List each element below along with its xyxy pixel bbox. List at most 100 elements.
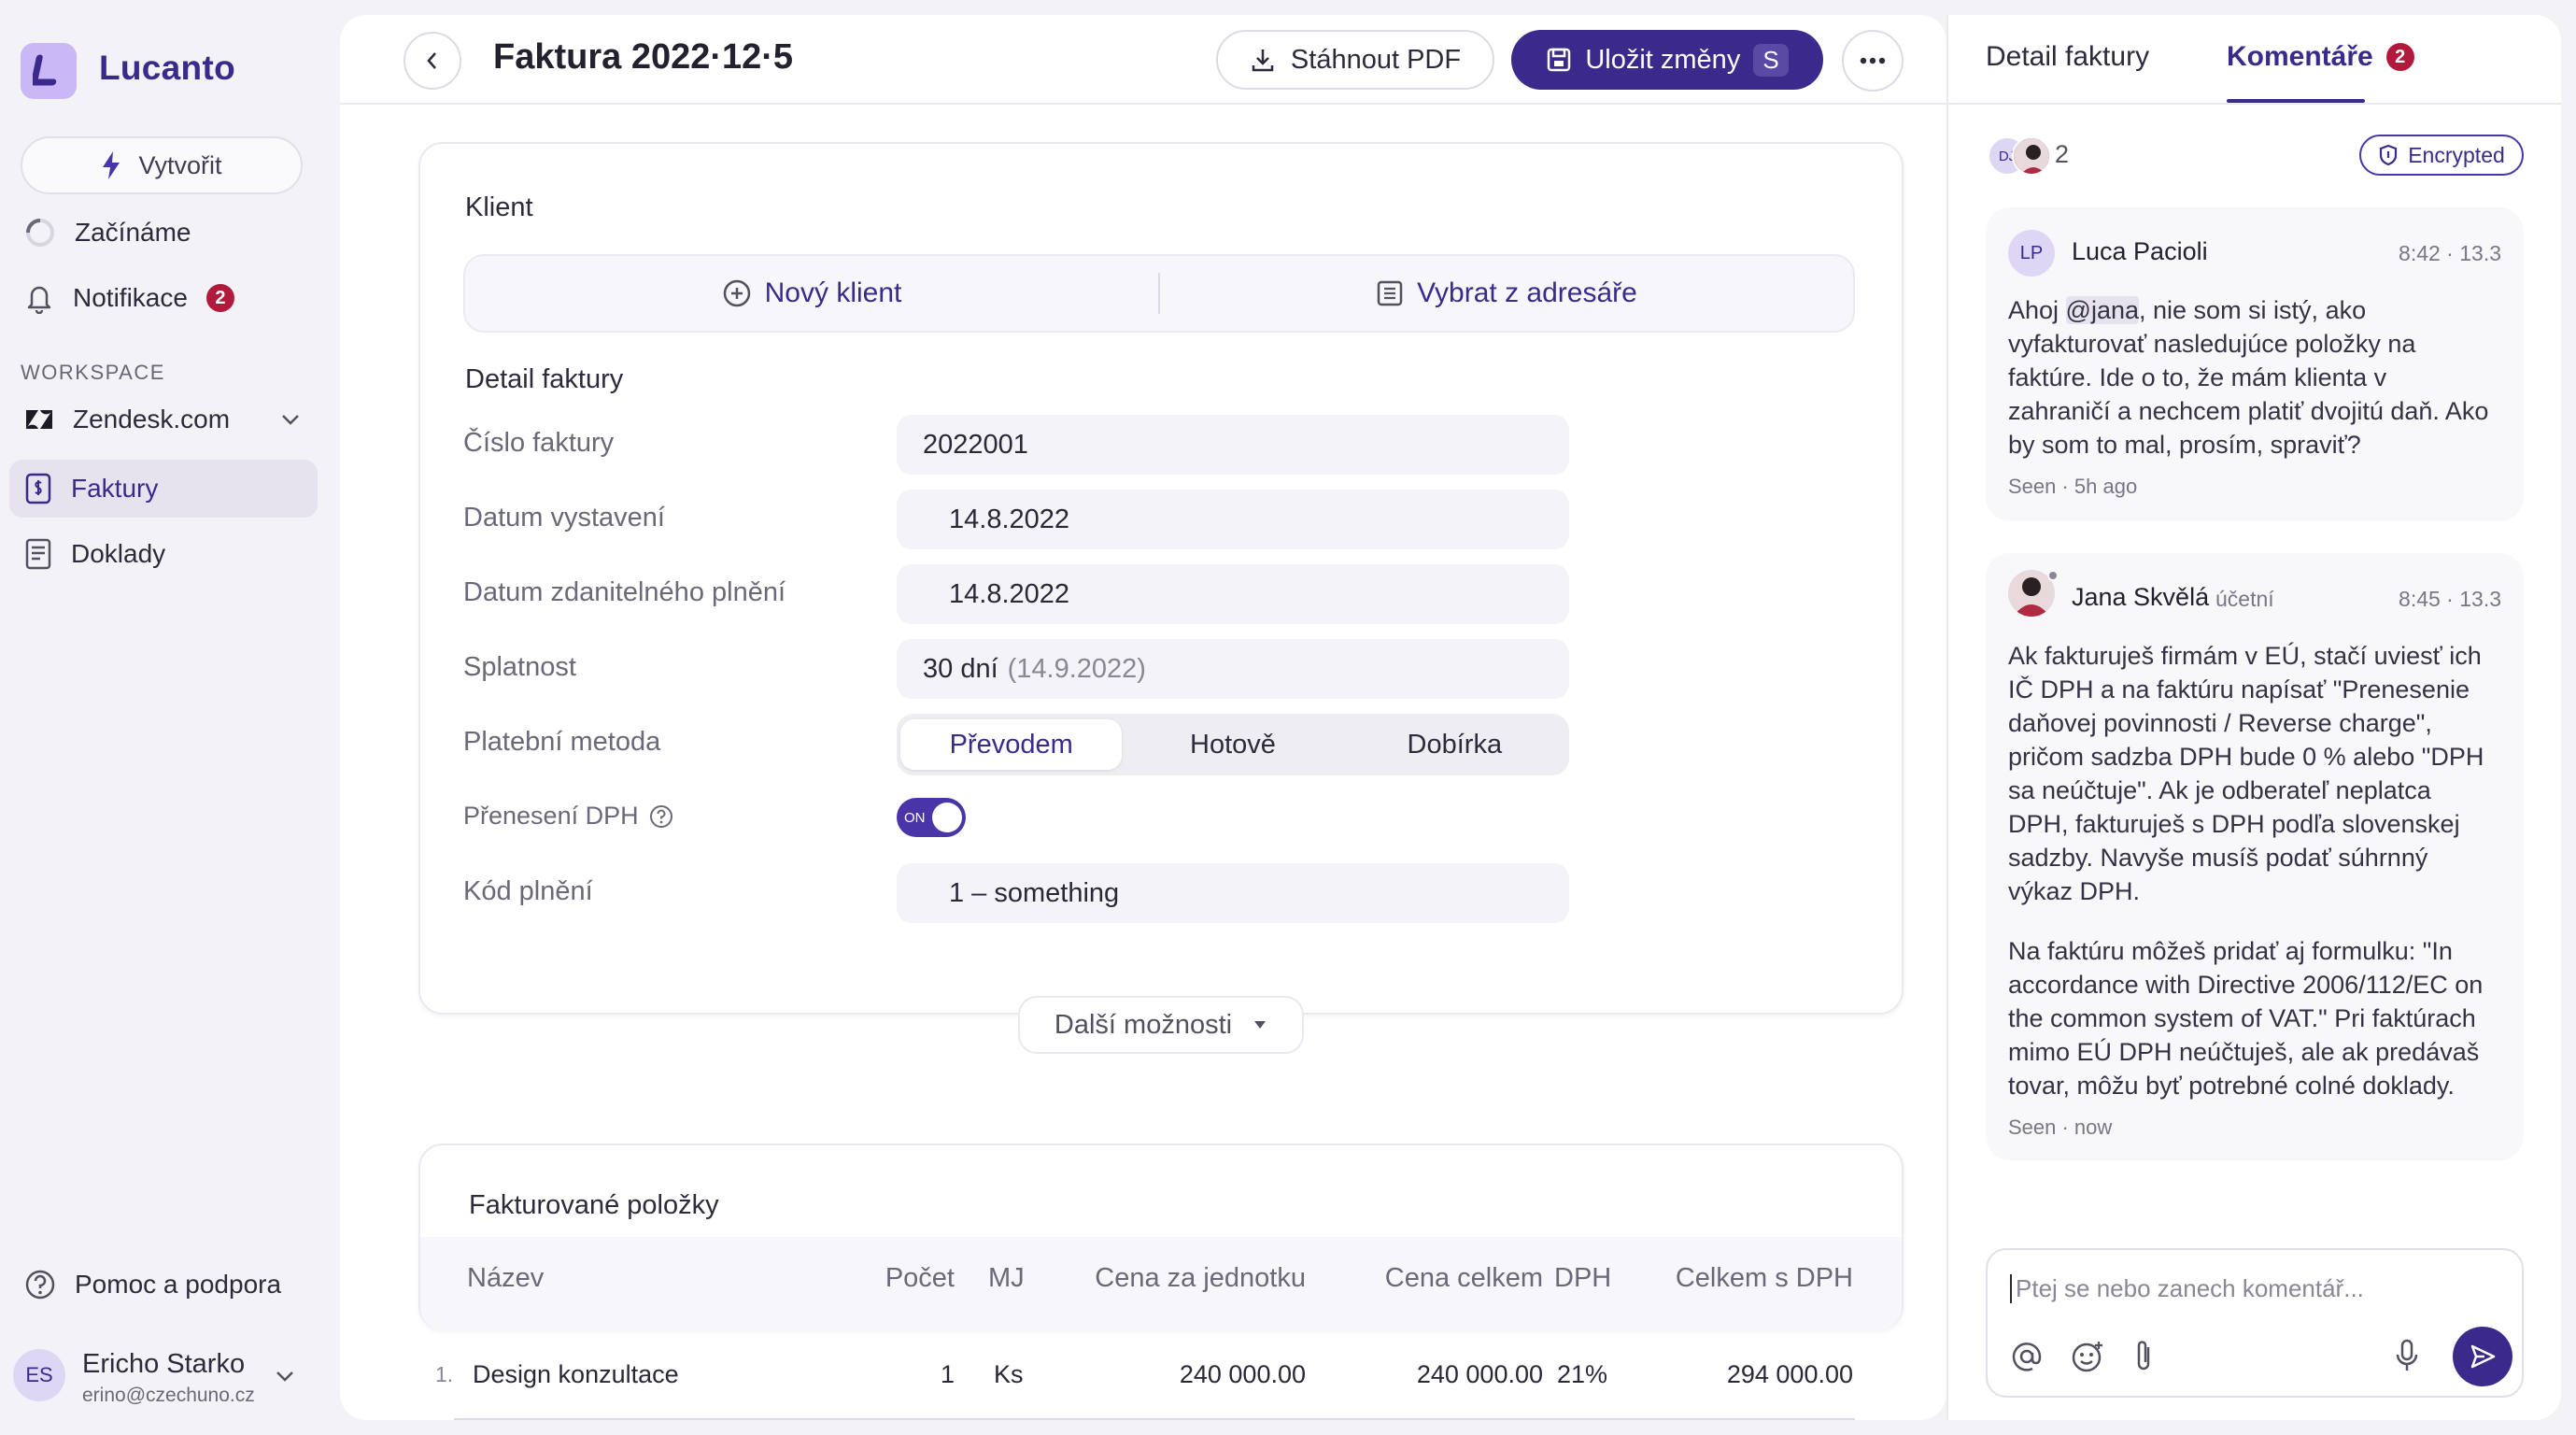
col-unit: MJ [988,1263,1025,1293]
client-title: Klient [465,192,533,222]
help-link[interactable]: Pomoc a podpora [9,1256,318,1314]
row-count: 1 [940,1360,955,1388]
comment-text: Ak fakturuješ firmám v EÚ, stačí uviesť … [2008,639,2522,1102]
comment-line: faktúre. Ide o to, že mám klienta v [2008,363,2387,391]
participants-count: 2 [2055,140,2070,168]
new-client-button[interactable]: Nový klient [465,277,1158,309]
workspace-selector[interactable]: Zendesk.com [9,391,318,448]
comment-line: tovar, môžu byť potrebné colné doklady. [2008,1072,2455,1100]
download-pdf-button[interactable]: Stáhnout PDF [1216,30,1494,90]
row-index: 1. [435,1362,454,1386]
comment-author[interactable]: Jana Skvělá [2072,583,2209,612]
save-button[interactable]: Uložit změny S [1511,30,1823,90]
payment-option-cash[interactable]: Hotově [1122,719,1343,770]
help-icon [25,1270,55,1300]
comment-line: accordance with Directive 2006/112/EC on [2008,971,2484,999]
bell-icon [27,286,51,314]
user-name: Ericho Starko [82,1349,246,1379]
chevron-left-icon [427,52,436,69]
due-input[interactable]: 30 dní (14.9.2022) [897,639,1569,699]
brand-name: Lucanto [99,49,235,87]
sidebar-item-getting-started[interactable]: Začínáme [9,204,318,262]
mention-tag[interactable]: @jana [2065,296,2140,324]
tab-comments[interactable]: Komentáře 2 [2227,41,2414,73]
comment-card: LP Luca Pacioli 8:42 · 13.3 Ahoj @jana, … [1986,207,2524,521]
chevron-down-icon[interactable] [275,1370,295,1383]
table-row[interactable]: 1. Design konzultace 1 Ks 240 000.00 240… [340,1347,1946,1420]
comment-time: 8:45 · 13.3 [2399,587,2501,611]
user-avatar[interactable]: ES [13,1349,65,1401]
select-client-label: Vybrat z adresáře [1417,277,1637,308]
sidebar-item-invoices[interactable]: Faktury [9,460,318,518]
send-icon [2470,1344,2496,1369]
sidebar-item-label: Faktury [71,474,159,503]
panel-divider [1946,103,2561,105]
invoice-number-input[interactable]: 2022001 [897,415,1569,475]
app-logo[interactable] [21,43,77,99]
send-button[interactable] [2453,1327,2512,1386]
comment-line: vyfakturovať nasledujúce položky na [2008,330,2416,358]
microphone-icon[interactable] [2395,1338,2419,1373]
more-options-button[interactable]: Další možnosti [1018,996,1304,1054]
encrypted-label: Encrypted [2408,142,2505,167]
paperclip-icon[interactable] [2131,1338,2156,1375]
mention-icon[interactable] [2010,1340,2044,1373]
fulfillment-code-input[interactable]: 1 – something [897,863,1569,923]
invoice-detail-title: Detail faktury [465,364,624,394]
encrypted-badge: Encrypted [2359,135,2524,176]
toggle-knob [932,803,962,832]
items-title: Fakturované položky [469,1190,719,1220]
col-vat: DPH [1554,1263,1612,1293]
emoji-icon[interactable] [2070,1340,2105,1373]
shield-icon [2380,144,2398,166]
participant-avatar-photo[interactable] [2012,136,2051,176]
toolbar: Faktura 2022·12·5 Stáhnout PDF Uložit zm… [340,15,1946,105]
issue-date-label: Datum vystavení [463,503,665,533]
back-button[interactable] [403,32,461,90]
comment-line: by som to mal, prosím, spraviť? [2008,431,2361,459]
create-button[interactable]: Vytvořit [21,136,303,194]
payment-option-cod[interactable]: Dobírka [1344,719,1565,770]
payment-option-transfer[interactable]: Převodem [900,719,1123,770]
sidebar-item-label: Začínáme [75,218,191,247]
zendesk-icon [26,410,52,429]
notification-badge: 2 [205,284,234,312]
tab-invoice-detail[interactable]: Detail faktury [1986,41,2149,73]
comment-input[interactable]: Ptej se nebo zanech komentář... [2010,1274,2364,1303]
vat-transfer-toggle[interactable]: ON [897,798,966,837]
workspace-label: WORKSPACE [21,361,165,384]
taxable-date-input[interactable]: 14.8.2022 [897,564,1569,624]
payment-method-selector: Převodem Hotově Dobírka [897,714,1569,775]
comment-line: Ak fakturuješ firmám v EÚ, stačí uviesť … [2008,642,2482,670]
comment-seen-status: Seen · now [2008,1115,2113,1139]
select-from-directory-button[interactable]: Vybrat z adresáře [1160,277,1853,309]
issue-date-input[interactable]: 14.8.2022 [897,490,1569,549]
progress-ring-icon [26,219,54,247]
invoice-icon [25,473,51,504]
tab-comments-label: Komentáře [2227,41,2373,72]
col-unit-price: Cena za jednotku [1095,1263,1306,1293]
client-actions: Nový klient Vybrat z adresáře [463,254,1855,333]
fulfillment-code-label: Kód plnění [463,876,593,906]
col-total: Cena celkem [1384,1263,1543,1293]
help-label: Pomoc a podpora [75,1270,282,1299]
chevron-down-icon [282,415,299,425]
lightning-icon [103,151,120,179]
comment-avatar[interactable]: LP [2008,230,2055,277]
col-count: Počet [885,1263,955,1293]
comment-line: DPH, fakturuješ s DPH podľa slovenskej [2008,810,2460,838]
save-icon [1548,48,1571,72]
help-icon[interactable] [648,803,674,830]
sidebar-item-notifications[interactable]: Notifikace 2 [9,269,318,327]
comment-card: Jana Skvělá účetní 8:45 · 13.3 Ak faktur… [1986,553,2524,1160]
more-options-label: Další možnosti [1054,1009,1233,1040]
comment-author-role: účetní [2215,587,2274,611]
sidebar-item-documents[interactable]: Doklady [9,525,318,583]
comment-author[interactable]: Luca Pacioli [2072,237,2208,266]
comments-badge: 2 [2385,43,2414,71]
row-vat: 21% [1556,1360,1608,1388]
new-client-label: Nový klient [764,277,902,308]
more-button[interactable] [1842,30,1904,92]
row-name: Design konzultace [473,1360,679,1388]
payment-method-label: Platební metoda [463,727,661,757]
